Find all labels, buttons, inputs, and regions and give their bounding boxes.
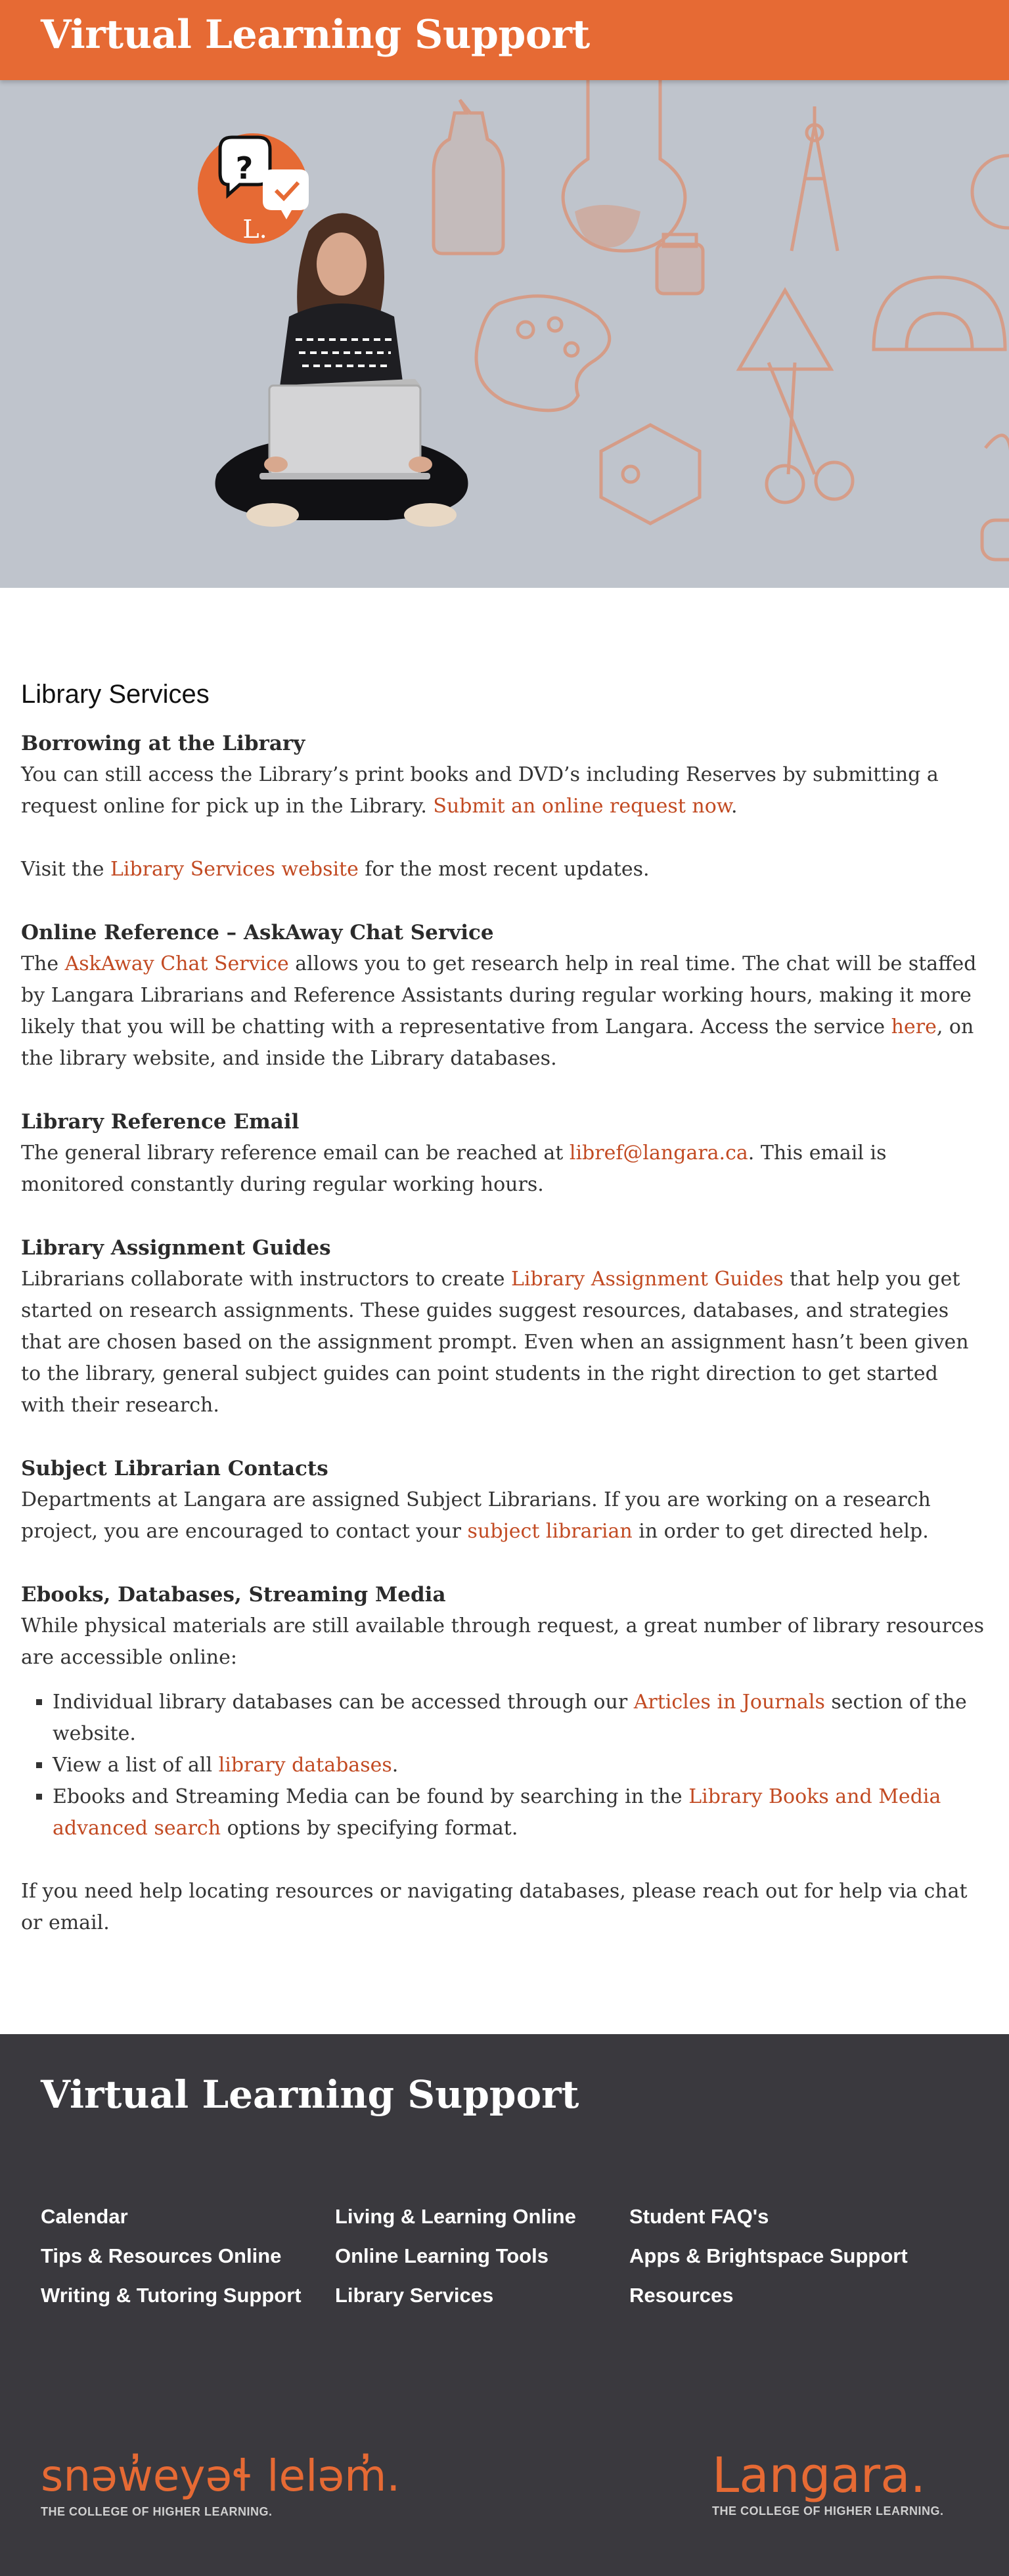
borrowing-heading: Borrowing at the Library — [21, 732, 305, 755]
langara-logo[interactable]: Langara. THE COLLEGE OF HIGHER LEARNING. — [709, 2448, 970, 2518]
footer-link-living-learning[interactable]: Living & Learning Online — [335, 2197, 576, 2236]
library-chat-badge: ? L. — [198, 133, 309, 244]
logo-right-tagline: THE COLLEGE OF HIGHER LEARNING. — [712, 2504, 944, 2518]
footer-link-writing-tutoring[interactable]: Writing & Tutoring Support — [41, 2276, 302, 2315]
ebooks-paragraph: While physical materials are still avail… — [21, 1614, 985, 1669]
articles-journals-link[interactable]: Articles in Journals — [634, 1691, 825, 1714]
ebooks-list: Individual library databases can be acce… — [21, 1687, 987, 1844]
site-header: Virtual Learning Support — [0, 0, 1009, 80]
list-item: Ebooks and Streaming Media can be found … — [53, 1781, 987, 1844]
footer-title[interactable]: Virtual Learning Support — [41, 2072, 579, 2117]
main-content: Library Services Borrowing at the Librar… — [21, 680, 987, 1939]
subject-paragraph: Departments at Langara are assigned Subj… — [21, 1488, 931, 1543]
askaway-paragraph: The AskAway Chat Service allows you to g… — [21, 952, 977, 1070]
library-website-link[interactable]: Library Services website — [110, 858, 359, 881]
page-title: Library Services — [21, 680, 210, 709]
footer-link-resources[interactable]: Resources — [629, 2276, 908, 2315]
guides-paragraph: Librarians collaborate with instructors … — [21, 1268, 969, 1417]
askaway-here-link[interactable]: here — [891, 1015, 937, 1038]
footer-link-calendar[interactable]: Calendar — [41, 2197, 302, 2236]
guides-heading: Library Assignment Guides — [21, 1236, 331, 1260]
footer-link-apps-brightspace[interactable]: Apps & Brightspace Support — [629, 2236, 908, 2276]
site-footer: Virtual Learning Support Calendar Tips &… — [0, 2034, 1009, 2576]
subject-heading: Subject Librarian Contacts — [21, 1457, 328, 1480]
logo-right-name: Langara. — [712, 2447, 926, 2504]
email-heading: Library Reference Email — [21, 1110, 300, 1134]
askaway-chat-link[interactable]: AskAway Chat Service — [65, 952, 289, 975]
footer-link-tips-resources[interactable]: Tips & Resources Online — [41, 2236, 302, 2276]
footer-nav-col-1: Calendar Tips & Resources Online Writing… — [41, 2197, 302, 2315]
hero-illustration: ? L. — [0, 80, 1009, 588]
libref-email-link[interactable]: libref@langara.ca — [570, 1142, 748, 1165]
list-item: Individual library databases can be acce… — [53, 1687, 987, 1750]
site-title[interactable]: Virtual Learning Support — [41, 12, 590, 58]
badge-letter: L. — [242, 215, 267, 244]
library-databases-link[interactable]: library databases — [219, 1754, 392, 1777]
logo-left-name: snəw̓eyəɬ leləm̓. — [41, 2451, 401, 2501]
closing-paragraph: If you need help locating resources or n… — [21, 1880, 968, 1934]
footer-nav-col-3: Student FAQ's Apps & Brightspace Support… — [629, 2197, 908, 2315]
footer-nav-col-2: Living & Learning Online Online Learning… — [335, 2197, 576, 2315]
assignment-guides-link[interactable]: Library Assignment Guides — [511, 1268, 784, 1291]
email-paragraph: The general library reference email can … — [21, 1142, 887, 1196]
hero-banner: ? L. — [0, 80, 1009, 588]
askaway-heading: Online Reference – AskAway Chat Service — [21, 921, 494, 944]
subject-librarian-link[interactable]: subject librarian — [468, 1520, 633, 1543]
langara-indigenous-logo[interactable]: snəw̓eyəɬ leləm̓. THE COLLEGE OF HIGHER … — [41, 2451, 400, 2519]
footer-link-library-services[interactable]: Library Services — [335, 2276, 576, 2315]
footer-link-online-tools[interactable]: Online Learning Tools — [335, 2236, 576, 2276]
ebooks-heading: Ebooks, Databases, Streaming Media — [21, 1583, 446, 1607]
borrowing-paragraph: You can still access the Library’s print… — [21, 763, 939, 818]
visit-paragraph: Visit the Library Services website for t… — [21, 858, 650, 881]
footer-link-student-faq[interactable]: Student FAQ's — [629, 2197, 908, 2236]
list-item: View a list of all library databases. — [53, 1750, 987, 1781]
logo-left-tagline: THE COLLEGE OF HIGHER LEARNING. — [41, 2505, 273, 2518]
online-request-link[interactable]: Submit an online request now — [433, 795, 731, 818]
svg-text:?: ? — [236, 150, 254, 186]
